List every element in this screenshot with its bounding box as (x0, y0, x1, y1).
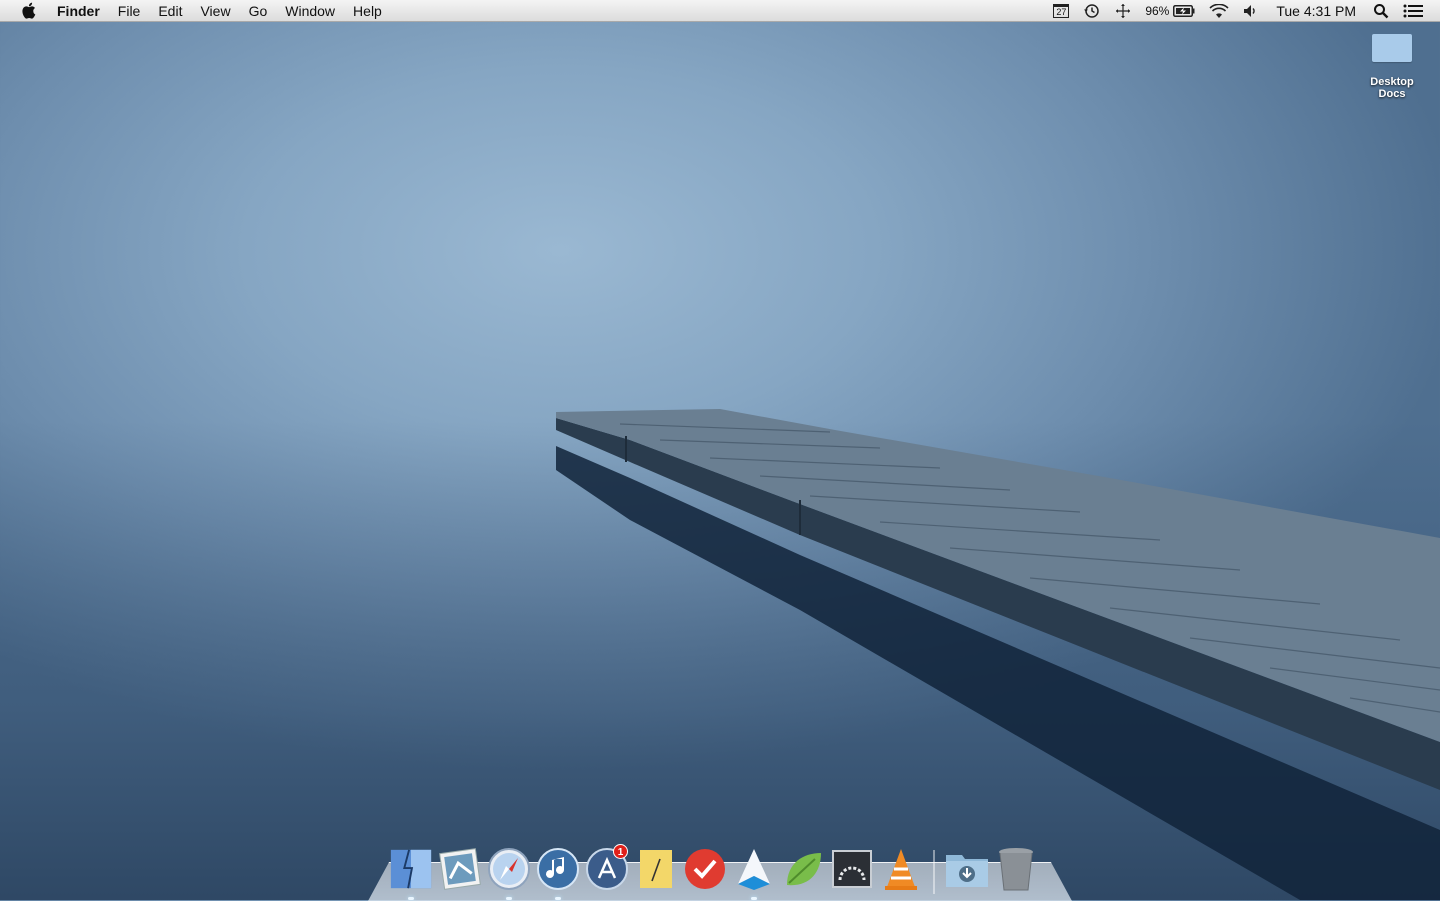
menu-edit[interactable]: Edit (149, 0, 191, 22)
menu-file[interactable]: File (109, 0, 150, 22)
dock-finder-icon[interactable] (388, 844, 434, 900)
calendar-status-item[interactable]: 27 (1046, 0, 1076, 22)
dock-separator (933, 850, 935, 894)
clock[interactable]: Tue 4:31 PM (1266, 0, 1366, 22)
battery-percent: 96% (1145, 4, 1170, 18)
dock-notes-icon[interactable] (633, 844, 679, 894)
battery-status-item[interactable]: 96% (1138, 0, 1202, 22)
time-machine-icon[interactable] (1076, 0, 1108, 22)
folder-icon (1372, 34, 1412, 62)
menu-bar: Finder File Edit View Go Window Help 27 … (0, 0, 1440, 22)
battery-icon (1173, 5, 1195, 17)
menu-app-finder[interactable]: Finder (48, 0, 109, 22)
notification-center-icon[interactable] (1396, 0, 1430, 22)
app-store-badge: 1 (613, 844, 628, 859)
menu-view[interactable]: View (191, 0, 239, 22)
menu-window[interactable]: Window (276, 0, 344, 22)
calendar-icon: 27 (1053, 4, 1070, 18)
wallpaper-pier (556, 409, 1440, 900)
dock-activity-monitor-icon[interactable] (829, 844, 875, 894)
dock-safari-icon[interactable] (486, 844, 532, 900)
bluetooth-move-icon[interactable] (1108, 0, 1138, 22)
spotlight-search-icon[interactable] (1366, 0, 1396, 22)
dock-wunderlist-icon[interactable] (682, 844, 728, 894)
desktop-icon-label: Desktop Docs (1370, 76, 1414, 100)
menu-go[interactable]: Go (240, 0, 277, 22)
volume-icon[interactable] (1236, 0, 1266, 22)
dock-app-store-icon[interactable]: 1 (584, 844, 630, 894)
dock-navigation-icon[interactable] (731, 844, 777, 900)
desktop-folder-icon[interactable]: Desktop Docs (1358, 34, 1426, 100)
apple-menu-icon[interactable] (18, 0, 38, 22)
dock-trash-icon[interactable] (993, 844, 1039, 894)
menu-help[interactable]: Help (344, 0, 391, 22)
dock-vlc-icon[interactable] (878, 844, 924, 894)
dock-itunes-icon[interactable] (535, 844, 581, 900)
dock-preview-icon[interactable] (437, 844, 483, 894)
dock: 1 (388, 840, 1039, 900)
dock-downloads-icon[interactable] (944, 844, 990, 894)
dock-leaf-icon[interactable] (780, 844, 826, 894)
wifi-icon[interactable] (1202, 0, 1236, 22)
